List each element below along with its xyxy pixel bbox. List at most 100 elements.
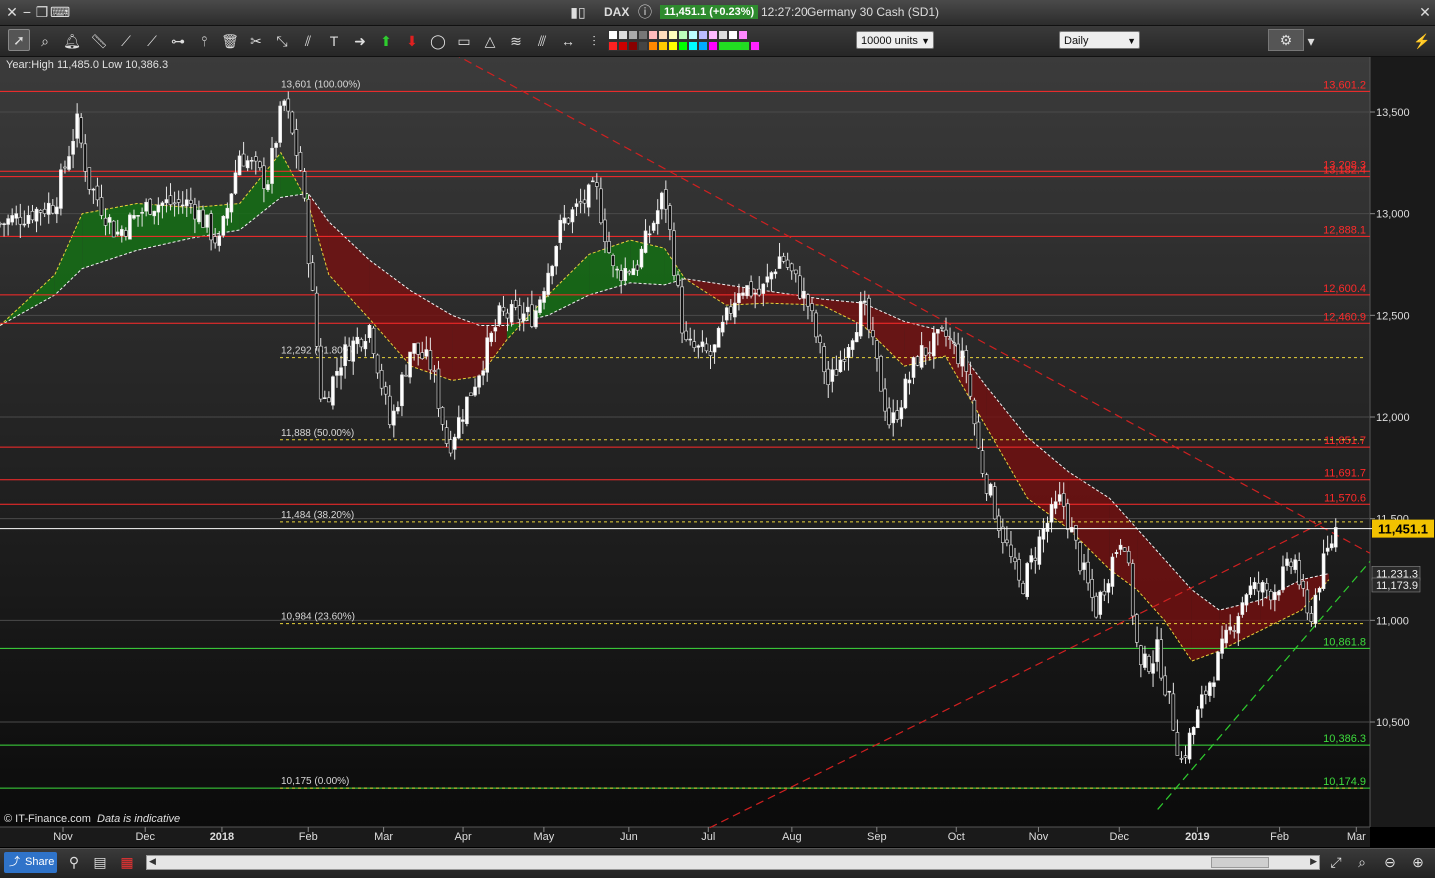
- units-dropdown[interactable]: 10000 units ▼: [856, 31, 934, 49]
- timeframe-dropdown[interactable]: Daily ▼: [1059, 31, 1140, 49]
- scroll-left-icon[interactable]: ◀: [149, 856, 156, 867]
- candle-body: [765, 276, 770, 283]
- ruler-icon[interactable]: 📏︎: [89, 31, 109, 51]
- layout-icon[interactable]: ▤: [90, 852, 110, 872]
- color-swatch[interactable]: [678, 41, 688, 51]
- horizontal-line-icon[interactable]: ⊶: [168, 31, 188, 51]
- candle-body: [643, 230, 648, 253]
- keyboard-icon[interactable]: ⌨: [50, 2, 70, 22]
- color-swatch[interactable]: [718, 41, 750, 51]
- measure-tool-icon[interactable]: ↔: [558, 31, 578, 51]
- candle-body: [140, 212, 144, 214]
- color-swatch[interactable]: [668, 41, 678, 51]
- info-icon[interactable]: ⓘ: [635, 2, 655, 22]
- color-swatch[interactable]: [658, 41, 668, 51]
- alert-bell-icon[interactable]: 🔔︎: [62, 31, 82, 51]
- color-swatch[interactable]: [688, 30, 698, 40]
- candle-body: [546, 272, 550, 295]
- triangle-tool-icon[interactable]: △: [480, 31, 500, 51]
- color-swatch[interactable]: [648, 30, 658, 40]
- drawing-toolbar: ➚ ⌕ 🔔︎ 📏︎ ⟋ ⟋ ⊶ ⫯ 🗑︎ ✂ ⤡ ⫽ T ➜ ⬆ ⬇ ◯ ▭ △…: [0, 26, 1435, 57]
- scroll-right-icon[interactable]: ▶: [1310, 856, 1317, 867]
- zoom-in-icon[interactable]: ⊕: [1408, 852, 1428, 872]
- color-swatch[interactable]: [708, 41, 718, 51]
- color-swatch[interactable]: [728, 30, 738, 40]
- color-swatch[interactable]: [618, 41, 628, 51]
- candle-body: [221, 215, 226, 236]
- link-icon[interactable]: ⚲: [64, 852, 84, 872]
- buy-arrow-icon[interactable]: ⬆: [376, 31, 396, 51]
- indicators-icon[interactable]: ⚙: [1268, 29, 1304, 51]
- trash-icon[interactable]: 🗑︎: [220, 31, 240, 51]
- color-swatch[interactable]: [628, 41, 638, 51]
- candle-body: [1114, 552, 1119, 554]
- ray-tool-icon[interactable]: ⟋: [142, 31, 162, 51]
- color-swatch[interactable]: [648, 41, 658, 51]
- palette-icon[interactable]: ▦: [117, 852, 137, 872]
- zoom-icon[interactable]: ⌕: [35, 31, 55, 51]
- color-swatch[interactable]: [658, 30, 668, 40]
- candle-body: [30, 211, 35, 221]
- candle-body: [180, 204, 185, 207]
- zoom-out-icon[interactable]: ⊖: [1380, 852, 1400, 872]
- color-swatch[interactable]: [678, 30, 688, 40]
- tools-icon[interactable]: ✂: [246, 31, 266, 51]
- zoom-fit-icon[interactable]: ⌕: [1352, 852, 1372, 872]
- candle-body: [55, 206, 59, 215]
- candle-body: [440, 407, 445, 425]
- candle-body: [1086, 561, 1090, 584]
- chevron-down-icon[interactable]: ▾: [1301, 31, 1321, 51]
- split-tool-icon[interactable]: ⫶: [584, 31, 604, 51]
- vertical-line-icon[interactable]: ⫯: [194, 31, 214, 51]
- auto-scale-icon[interactable]: ⤢: [1326, 852, 1346, 872]
- candle-body: [785, 259, 790, 268]
- color-swatch[interactable]: [668, 30, 678, 40]
- y-tick-label: 13,500: [1376, 107, 1410, 119]
- scroll-thumb[interactable]: [1211, 857, 1269, 868]
- candle-body: [286, 98, 291, 112]
- text-tool-icon[interactable]: T: [324, 31, 344, 51]
- color-swatch[interactable]: [618, 30, 628, 40]
- color-swatch[interactable]: [638, 41, 648, 51]
- color-swatch[interactable]: [638, 30, 648, 40]
- color-swatch[interactable]: [698, 41, 708, 51]
- color-swatch[interactable]: [750, 41, 760, 51]
- candle-body: [1021, 583, 1025, 594]
- x-tick-label: Jul: [701, 831, 715, 843]
- chart-type-icon[interactable]: ▮▯: [568, 2, 588, 22]
- color-palette[interactable]: [608, 30, 760, 52]
- parallel-lines-icon[interactable]: ⫽: [298, 31, 318, 51]
- candle-body: [1277, 591, 1281, 596]
- crosshair-line-icon[interactable]: ⤡: [272, 31, 292, 51]
- candle-body: [526, 306, 530, 313]
- ellipse-tool-icon[interactable]: ◯: [428, 31, 448, 51]
- time-scrollbar[interactable]: ◀ ▶: [146, 855, 1320, 870]
- color-swatch[interactable]: [708, 30, 718, 40]
- restore-icon[interactable]: ❐: [32, 2, 52, 22]
- color-swatch[interactable]: [688, 41, 698, 51]
- color-swatch[interactable]: [718, 30, 728, 40]
- color-swatch[interactable]: [608, 41, 618, 51]
- candle-body: [895, 410, 900, 420]
- arrow-right-icon[interactable]: ➜: [350, 31, 370, 51]
- pointer-icon[interactable]: ➚: [8, 29, 30, 51]
- channel-tool-icon[interactable]: ⫻: [532, 31, 552, 51]
- color-swatch[interactable]: [608, 30, 618, 40]
- price-chart[interactable]: 13,601.213,208.313,182.412,888.112,600.4…: [0, 57, 1435, 847]
- candle-body: [664, 189, 668, 210]
- fibonacci-tool-icon[interactable]: ≋: [506, 31, 526, 51]
- color-swatch[interactable]: [738, 30, 748, 40]
- symbol-label[interactable]: DAX: [604, 5, 629, 19]
- chart-settings-icon[interactable]: ⚡: [1412, 31, 1432, 51]
- candle-body: [984, 474, 989, 494]
- color-swatch[interactable]: [698, 30, 708, 40]
- candle-body: [960, 350, 965, 367]
- rectangle-tool-icon[interactable]: ▭: [454, 31, 474, 51]
- close-window-icon[interactable]: ✕: [1415, 2, 1435, 22]
- candle-body: [1248, 585, 1253, 595]
- color-swatch[interactable]: [628, 30, 638, 40]
- candle-body: [1244, 594, 1249, 606]
- share-button[interactable]: ⤴ Share: [4, 852, 57, 873]
- sell-arrow-icon[interactable]: ⬇: [402, 31, 422, 51]
- line-tool-icon[interactable]: ⟋: [116, 31, 136, 51]
